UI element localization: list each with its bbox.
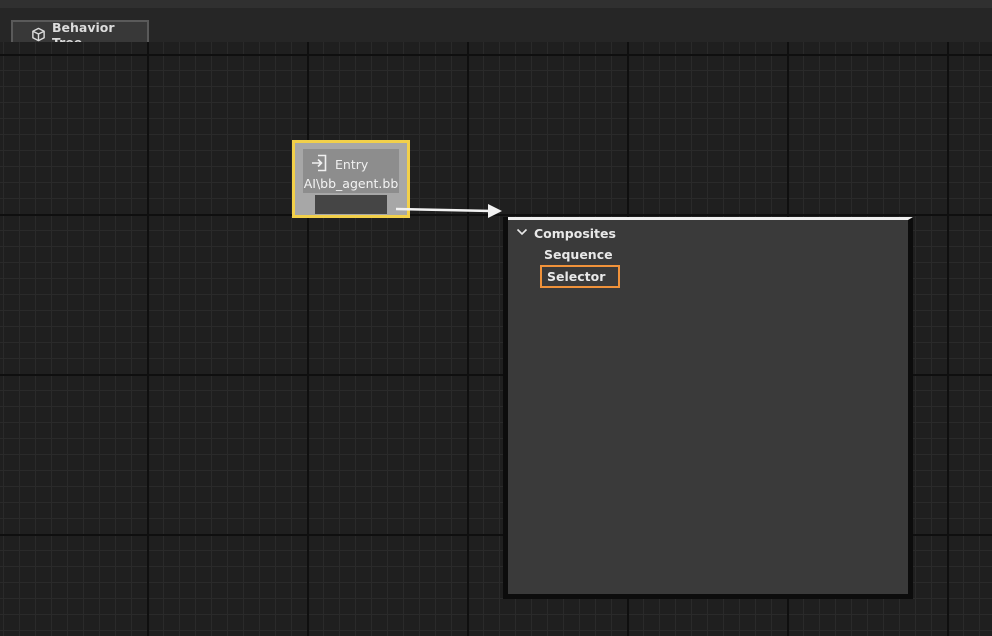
entry-node[interactable]: Entry AI\bb_agent.bb [292,140,410,218]
node-creation-menu: Composites Sequence Selector [503,217,913,599]
entry-node-title: Entry [335,157,369,172]
cube-icon [31,27,46,42]
menu-item-selector[interactable]: Selector [540,265,620,288]
entry-output-port[interactable] [315,195,387,214]
top-toolbar: Behavior Tree [0,0,992,50]
composites-category-label: Composites [534,226,616,241]
behavior-tree-editor: Behavior Tree Entry AI\bb_agent.bb [0,0,992,636]
menu-item-sequence[interactable]: Sequence [544,247,613,262]
entry-node-blackboard-path: AI\bb_agent.bb [303,176,399,191]
composites-category[interactable]: Composites [516,226,616,241]
chevron-down-icon [516,226,528,241]
entry-icon [309,153,329,176]
entry-node-body: Entry AI\bb_agent.bb [303,149,399,193]
entry-node-header: Entry [309,153,368,176]
